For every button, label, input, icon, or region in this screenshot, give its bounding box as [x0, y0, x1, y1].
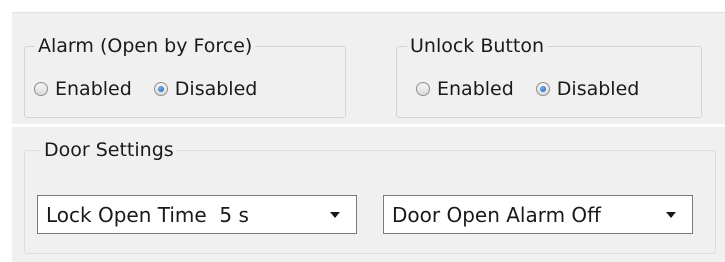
radio-checked-icon	[535, 82, 550, 96]
unlock-disabled-radio[interactable]: Disabled	[535, 77, 640, 101]
alarm-group-title: Alarm (Open by Force)	[35, 34, 256, 58]
unlock-disabled-label: Disabled	[556, 78, 640, 100]
alarm-enabled-label: Enabled	[55, 78, 132, 100]
alarm-enabled-radio[interactable]: Enabled	[34, 77, 132, 101]
lock-open-time-value: Lock Open Time 5 s	[46, 202, 249, 227]
unlock-enabled-label: Enabled	[437, 78, 514, 100]
unlock-group-title: Unlock Button	[407, 34, 547, 58]
unlock-radio-row: Enabled Disabled	[416, 77, 639, 101]
unlock-enabled-radio[interactable]: Enabled	[416, 77, 514, 101]
chevron-down-icon	[666, 211, 676, 218]
alarm-disabled-radio[interactable]: Disabled	[153, 77, 258, 101]
lock-open-time-select[interactable]: Lock Open Time 5 s	[37, 195, 357, 234]
settings-panel: Alarm (Open by Force) Enabled Disabled U…	[0, 0, 725, 262]
radio-checked-icon	[153, 82, 168, 96]
alarm-radio-row: Enabled Disabled	[34, 77, 257, 101]
radio-unchecked-icon	[34, 82, 48, 96]
alarm-disabled-label: Disabled	[174, 78, 258, 100]
alarm-open-by-force-group: Alarm (Open by Force) Enabled Disabled	[24, 34, 346, 118]
divider	[12, 12, 725, 13]
radio-unchecked-icon	[416, 82, 430, 96]
door-settings-title: Door Settings	[41, 138, 177, 162]
door-open-alarm-select[interactable]: Door Open Alarm Off	[383, 195, 693, 234]
unlock-button-group: Unlock Button Enabled Disabled	[396, 34, 702, 118]
chevron-down-icon	[330, 211, 340, 218]
door-open-alarm-value: Door Open Alarm Off	[392, 202, 601, 227]
